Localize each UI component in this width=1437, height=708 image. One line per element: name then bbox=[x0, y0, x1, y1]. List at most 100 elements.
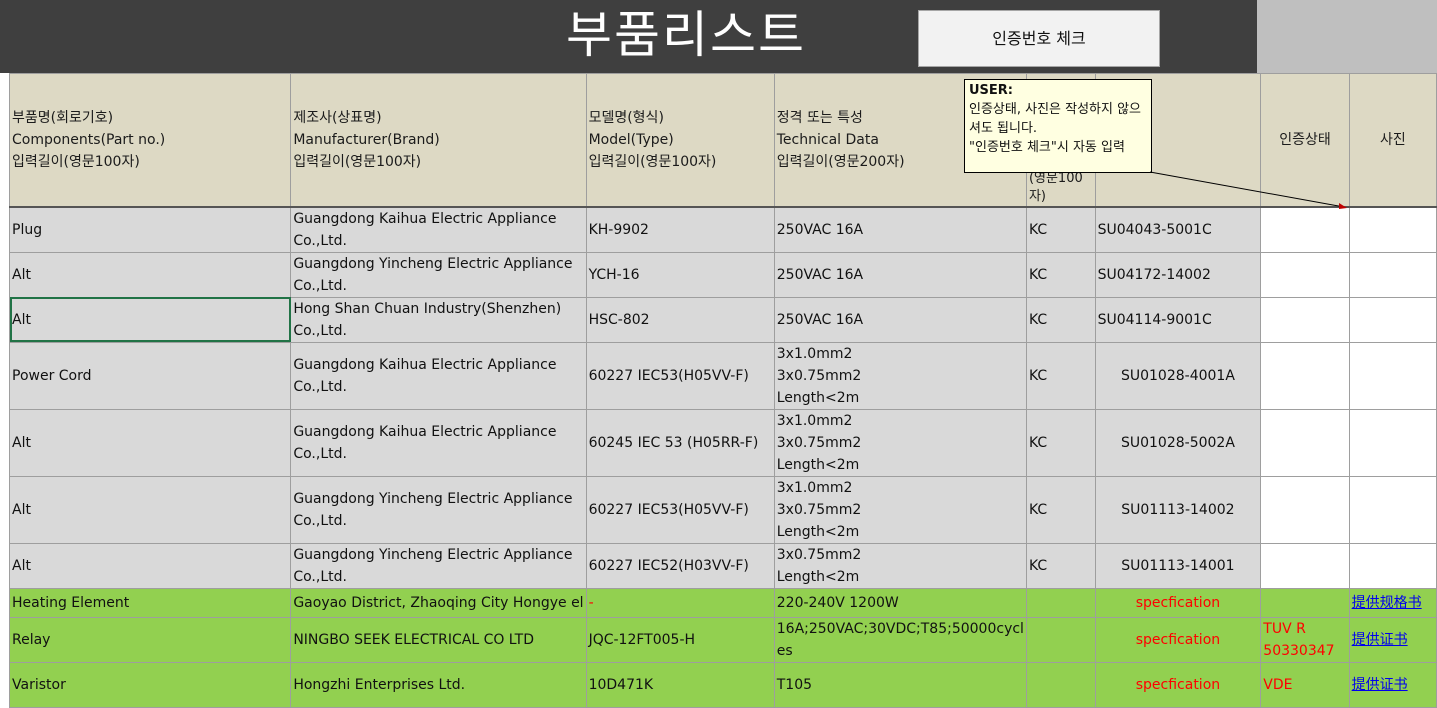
cell-cert-type[interactable]: KC bbox=[1025, 296, 1096, 343]
cell-technical[interactable]: 220-240V 1200W bbox=[773, 587, 1027, 618]
cell-component[interactable]: Alt bbox=[8, 296, 292, 343]
cell-photo[interactable] bbox=[1348, 408, 1437, 477]
cell-status[interactable] bbox=[1260, 475, 1350, 544]
cell-cert-type[interactable]: KC bbox=[1025, 251, 1096, 298]
cell-photo[interactable] bbox=[1348, 251, 1437, 298]
cell-status[interactable]: TUV R 50330347 bbox=[1260, 616, 1350, 663]
cell-model[interactable]: KH-9902 bbox=[585, 206, 775, 253]
cell-status[interactable] bbox=[1260, 206, 1350, 253]
cell-model[interactable]: 10D471K bbox=[585, 661, 775, 708]
cell-cert-number[interactable]: SU01113-14002 bbox=[1094, 475, 1262, 544]
table-row: Alt Guangdong Kaihua Electric Appliance Co… bbox=[8, 408, 1437, 477]
cell-line: 50330347 bbox=[1263, 642, 1335, 659]
cell-technical[interactable]: 3x1.0mm2 3x0.75mm2 Length<2m bbox=[773, 341, 1027, 410]
cell-manufacturer[interactable]: Guangdong Kaihua Electric Appliance Co.,L… bbox=[290, 341, 587, 410]
header-photo[interactable]: 사진 bbox=[1348, 73, 1437, 208]
cell-technical[interactable]: 3x1.0mm2 3x0.75mm2 Length<2m bbox=[773, 475, 1027, 544]
cell-status[interactable] bbox=[1260, 587, 1350, 618]
cell-photo[interactable]: 提供证书 bbox=[1348, 661, 1437, 708]
cell-line: 250VAC 16A bbox=[776, 266, 864, 283]
cell-manufacturer[interactable]: Guangdong Yincheng Electric Appliance Co.… bbox=[290, 251, 587, 298]
cell-cert-number[interactable]: specfication bbox=[1094, 661, 1262, 708]
cell-photo[interactable] bbox=[1348, 296, 1437, 343]
table-row: Alt Hong Shan Chuan Industry(Shenzhen) Co.… bbox=[8, 296, 1437, 343]
cell-cert-type[interactable]: KC bbox=[1025, 206, 1096, 253]
cell-cert-number[interactable]: SU01028-4001A bbox=[1094, 341, 1262, 410]
cell-technical[interactable]: 250VAC 16A bbox=[773, 296, 1027, 343]
cell-cert-type[interactable] bbox=[1025, 661, 1096, 708]
cell-cert-number[interactable]: SU01113-14001 bbox=[1094, 542, 1262, 589]
cell-cert-type[interactable]: KC bbox=[1025, 408, 1096, 477]
cell-cert-number[interactable]: SU04114-9001C bbox=[1094, 296, 1262, 343]
cell-component[interactable]: Alt bbox=[8, 542, 292, 589]
header-model[interactable]: 모델명(형식) Model(Type) 입력길이(영문100자) bbox=[585, 73, 775, 208]
cell-technical[interactable]: 3x0.75mm2 Length<2m bbox=[773, 542, 1027, 589]
cell-status[interactable] bbox=[1260, 542, 1350, 589]
cell-status[interactable] bbox=[1260, 341, 1350, 410]
photo-link[interactable]: 提供规格书 bbox=[1352, 595, 1422, 611]
cell-cert-number[interactable]: specfication bbox=[1094, 587, 1262, 618]
cell-technical[interactable]: 3x1.0mm2 3x0.75mm2 Length<2m bbox=[773, 408, 1027, 477]
cell-component[interactable]: Power Cord bbox=[8, 341, 292, 410]
cell-manufacturer[interactable]: Guangdong Yincheng Electric Appliance Co.… bbox=[290, 542, 587, 589]
cell-status[interactable] bbox=[1260, 251, 1350, 298]
cell-photo[interactable]: 提供证书 bbox=[1348, 616, 1437, 663]
cell-line: 3x0.75mm2 bbox=[776, 546, 862, 563]
cell-photo[interactable] bbox=[1348, 341, 1437, 410]
cell-component[interactable]: Heating Element bbox=[8, 587, 292, 618]
cell-cert-number[interactable]: SU04172-14002 bbox=[1094, 251, 1262, 298]
cell-photo[interactable] bbox=[1348, 542, 1437, 589]
cert-check-button[interactable]: 인증번호 체크 bbox=[918, 10, 1160, 67]
cell-cert-number[interactable]: specfication bbox=[1094, 616, 1262, 663]
cell-line: Guangdong Yincheng Electric Appliance bbox=[293, 546, 573, 563]
cell-manufacturer[interactable]: Hong Shan Chuan Industry(Shenzhen) Co.,Lt… bbox=[290, 296, 587, 343]
header-status[interactable]: 인증상태 bbox=[1260, 73, 1350, 208]
cell-model[interactable]: HSC-802 bbox=[585, 296, 775, 343]
table-row: Power Cord Guangdong Kaihua Electric Appl… bbox=[8, 341, 1437, 410]
cell-photo[interactable] bbox=[1348, 475, 1437, 544]
cell-manufacturer[interactable]: Gaoyao District, Zhaoqing City Hongye el bbox=[290, 587, 587, 618]
cell-model[interactable]: JQC-12FT005-H bbox=[585, 616, 775, 663]
cell-model[interactable]: - bbox=[585, 587, 775, 618]
cell-technical[interactable]: T105 bbox=[773, 661, 1027, 708]
cell-photo[interactable] bbox=[1348, 206, 1437, 253]
cell-status[interactable] bbox=[1260, 296, 1350, 343]
cell-component[interactable]: Alt bbox=[8, 408, 292, 477]
cell-component[interactable]: Alt bbox=[8, 475, 292, 544]
cell-technical[interactable]: 250VAC 16A bbox=[773, 206, 1027, 253]
cell-manufacturer[interactable]: Guangdong Kaihua Electric Appliance Co.,L… bbox=[290, 206, 587, 253]
photo-link[interactable]: 提供证书 bbox=[1352, 677, 1408, 693]
cell-model[interactable]: 60227 IEC52(H03VV-F) bbox=[585, 542, 775, 589]
cell-component[interactable]: Varistor bbox=[8, 661, 292, 708]
cell-manufacturer[interactable]: NINGBO SEEK ELECTRICAL CO LTD bbox=[290, 616, 587, 663]
cell-cert-number[interactable]: SU04043-5001C bbox=[1094, 206, 1262, 253]
cell-model[interactable]: YCH-16 bbox=[585, 251, 775, 298]
cell-manufacturer[interactable]: Hongzhi Enterprises Ltd. bbox=[290, 661, 587, 708]
cell-technical[interactable]: 250VAC 16A bbox=[773, 251, 1027, 298]
header-component[interactable]: 부품명(회로기호) Components(Part no.) 입력길이(영문10… bbox=[8, 73, 292, 208]
cell-line: Co.,Ltd. bbox=[293, 445, 347, 462]
cell-component[interactable]: Relay bbox=[8, 616, 292, 663]
cell-manufacturer[interactable]: Guangdong Yincheng Electric Appliance Co.… bbox=[290, 475, 587, 544]
comment-author: USER: bbox=[969, 83, 1014, 98]
cell-cert-type[interactable] bbox=[1025, 616, 1096, 663]
cell-cert-type[interactable]: KC bbox=[1025, 341, 1096, 410]
cell-model[interactable]: 60227 IEC53(H05VV-F) bbox=[585, 475, 775, 544]
header-manufacturer[interactable]: 제조사(상표명) Manufacturer(Brand) 입력길이(영문100자… bbox=[290, 73, 587, 208]
cell-status[interactable] bbox=[1260, 408, 1350, 477]
table-row: Relay NINGBO SEEK ELECTRICAL CO LTD JQC-12… bbox=[8, 616, 1437, 663]
cell-component[interactable]: Alt bbox=[8, 251, 292, 298]
cell-photo[interactable]: 提供规格书 bbox=[1348, 587, 1437, 618]
cell-cert-number[interactable]: SU01028-5002A bbox=[1094, 408, 1262, 477]
cell-model[interactable]: 60245 IEC 53 (H05RR-F) bbox=[585, 408, 775, 477]
cell-technical[interactable]: 16A;250VAC;30VDC;T85;50000cycl es bbox=[773, 616, 1027, 663]
cell-model[interactable]: 60227 IEC53(H05VV-F) bbox=[585, 341, 775, 410]
cell-component[interactable]: Plug bbox=[8, 206, 292, 253]
cell-manufacturer[interactable]: Guangdong Kaihua Electric Appliance Co.,L… bbox=[290, 408, 587, 477]
cell-cert-type[interactable] bbox=[1025, 587, 1096, 618]
cell-status[interactable]: VDE bbox=[1260, 661, 1350, 708]
cell-line: Length<2m bbox=[776, 456, 860, 473]
cell-cert-type[interactable]: KC bbox=[1025, 475, 1096, 544]
photo-link[interactable]: 提供证书 bbox=[1352, 632, 1408, 648]
cell-cert-type[interactable]: KC bbox=[1025, 542, 1096, 589]
